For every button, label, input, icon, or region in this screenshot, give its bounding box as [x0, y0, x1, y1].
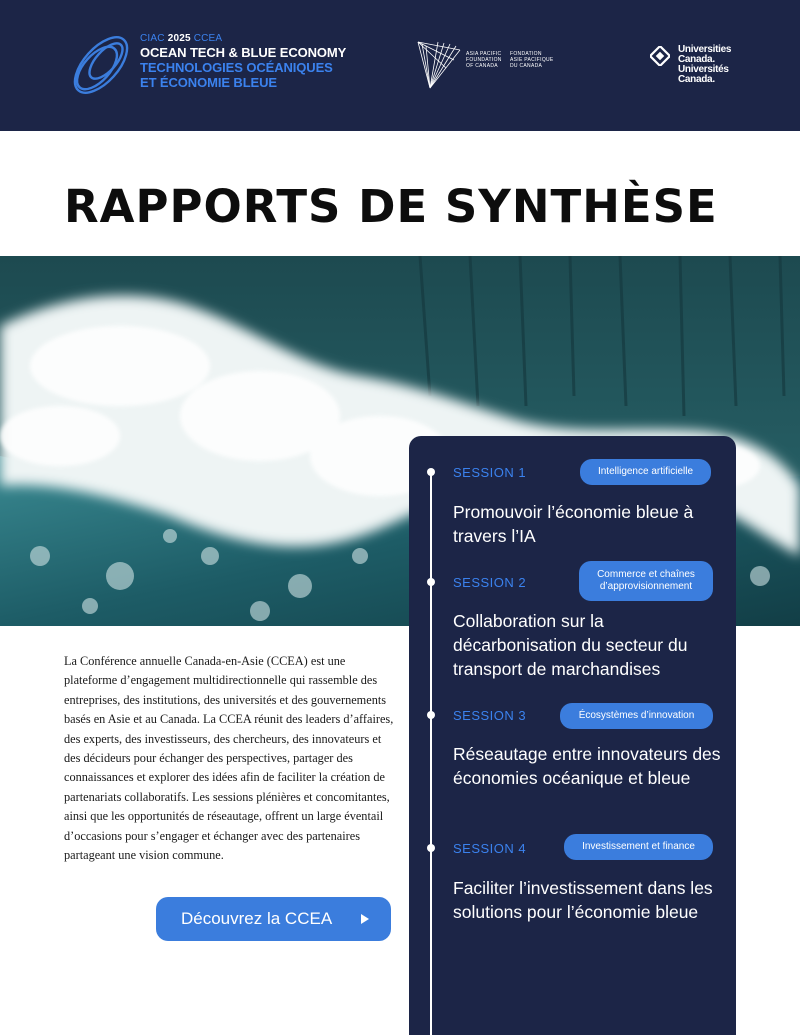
timeline-dot-4: [427, 844, 435, 852]
session-3-title: Réseautage entre innovateurs des économi…: [453, 744, 721, 788]
session-4-tag: Investissement et finance: [564, 834, 713, 860]
timeline-dot-2: [427, 578, 435, 586]
timeline-dot-1: [427, 468, 435, 476]
play-arrow-icon: [361, 914, 369, 924]
session-2-label: SESSION 2: [453, 575, 527, 590]
timeline-dot-3: [427, 711, 435, 719]
timeline-line: [430, 472, 432, 1035]
session-3-tag: Écosystèmes d’innovation: [560, 703, 713, 729]
ciac-kicker: CIAC 2025 CCEA: [140, 33, 346, 44]
ciac-title-en: OCEAN TECH & BLUE ECONOMY: [140, 45, 347, 60]
uc-line4: Canada.: [678, 74, 715, 85]
apf-name-fr: FONDATION ASIE PACIFIQUE DU CANADA: [510, 51, 554, 69]
page-title: RAPPORTS DE SYNTHÈSE: [64, 180, 718, 233]
intro-paragraph: La Conférence annuelle Canada-en-Asie (C…: [64, 654, 394, 863]
universities-canada-diamond-icon: [650, 46, 670, 66]
cta-label: Découvrez la CCEA: [181, 909, 333, 928]
header-banner: CIAC 2025 CCEA OCEAN TECH & BLUE ECONOMY…: [0, 0, 800, 131]
ciac-title-fr-line2: ET ÉCONOMIE BLEUE: [140, 75, 277, 90]
apf-lines-logo-icon: [417, 41, 461, 89]
ciac-title-fr-line1: TECHNOLOGIES OCÉANIQUES: [140, 60, 333, 75]
ciac-rings-logo-icon: [73, 36, 129, 94]
session-1-tag: Intelligence artificielle: [580, 459, 711, 485]
ccea-label: CCEA: [193, 33, 223, 44]
ciac-wordmark: CIAC 2025 CCEA OCEAN TECH & BLUE ECONOMY…: [140, 33, 346, 90]
sessions-panel: SESSION 1 Intelligence artificielle Prom…: [409, 436, 736, 1035]
session-4-label: SESSION 4: [453, 841, 527, 856]
universities-canada-wordmark: Universities Canada. Universités Canada.: [678, 45, 731, 85]
discover-ccea-button[interactable]: Découvrez la CCEA: [156, 897, 391, 941]
session-2-tag: Commerce et chaînes d’approvisionnement: [579, 561, 713, 601]
session-2-title: Collaboration sur la décarbonisation du …: [453, 611, 688, 679]
ciac-label: CIAC: [140, 33, 165, 44]
apf-name-en: ASIA PACIFIC FOUNDATION OF CANADA: [466, 51, 502, 69]
session-1-label: SESSION 1: [453, 465, 527, 480]
session-4-title: Faciliter l’investissement dans les solu…: [453, 878, 713, 922]
session-3-label: SESSION 3: [453, 708, 527, 723]
session-1-title: Promouvoir l’économie bleue à travers l’…: [453, 502, 694, 546]
conference-year: 2025: [167, 33, 191, 44]
